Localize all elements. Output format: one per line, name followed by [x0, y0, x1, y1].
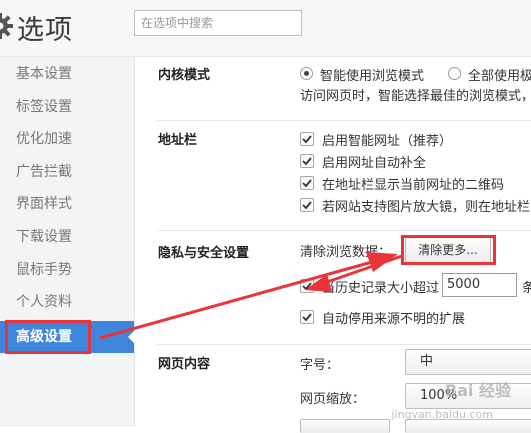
kernel-section-title: 内核模式	[158, 68, 211, 83]
kernel-smart-label: 智能使用浏览模式	[320, 69, 425, 84]
kernel-description: 访问网页时，智能选择最佳的浏览模式，	[300, 89, 531, 104]
checkmark-icon	[302, 201, 312, 210]
qrcode-checkbox[interactable]	[300, 176, 314, 190]
search-input[interactable]	[134, 10, 302, 36]
history-limit-input[interactable]: 5000	[442, 273, 517, 297]
block-extension-checkbox[interactable]	[300, 310, 314, 324]
partial-button[interactable]	[300, 419, 390, 433]
divider	[157, 344, 531, 345]
divider	[157, 120, 531, 121]
zoom-label: 网页缩放：	[300, 392, 366, 407]
watermark-url: jingyan.baidu.com	[391, 408, 493, 421]
font-size-label: 字号：	[300, 358, 340, 373]
autocomplete-checkbox[interactable]	[300, 154, 314, 168]
checkmark-icon	[302, 135, 312, 144]
kernel-all-radio[interactable]	[448, 67, 461, 80]
history-limit-checkbox[interactable]	[300, 279, 314, 293]
divider	[157, 230, 531, 231]
privacy-section-title: 隐私与安全设置	[158, 246, 250, 261]
page-title: 选项	[17, 15, 73, 46]
history-limit-label: 当历史记录大小超过	[322, 281, 440, 296]
sidebar-item-download[interactable]: 下载设置	[0, 221, 134, 253]
block-extension-label: 自动停用来源不明的扩展	[322, 312, 466, 327]
highlight-box-advanced	[5, 320, 91, 354]
clear-data-label: 清除浏览数据：	[300, 245, 392, 260]
sidebar-item-gestures[interactable]: 鼠标手势	[0, 254, 134, 286]
checkmark-icon	[302, 179, 312, 188]
smart-url-label: 启用智能网址（推荐）	[322, 134, 453, 149]
kernel-smart-radio[interactable]	[300, 67, 313, 80]
magnifier-checkbox[interactable]	[300, 198, 314, 212]
web-content-section-title: 网页内容	[158, 357, 211, 372]
header-bar: 选项	[0, 0, 531, 57]
watermark: Bai 经验	[444, 381, 511, 400]
smart-url-checkbox[interactable]	[300, 132, 314, 146]
sidebar-item-basic[interactable]: 基本设置	[0, 58, 134, 90]
sidebar-item-appearance[interactable]: 界面样式	[0, 188, 134, 220]
qrcode-label: 在地址栏显示当前网址的二维码	[322, 178, 505, 193]
autocomplete-label: 启用网址自动补全	[322, 156, 427, 171]
partial-button[interactable]	[405, 419, 531, 433]
font-size-select[interactable]: 中	[405, 349, 531, 375]
address-bar-section-title: 地址栏	[158, 133, 198, 148]
checkmark-icon	[302, 282, 312, 291]
checkmark-icon	[302, 157, 312, 166]
sidebar-item-tabs[interactable]: 标签设置	[0, 91, 134, 123]
gear-icon	[0, 10, 16, 42]
checkmark-icon	[302, 313, 312, 322]
highlight-box-clear-more	[401, 235, 496, 265]
kernel-all-label: 全部使用极	[468, 69, 531, 84]
sidebar-item-profile[interactable]: 个人资料	[0, 286, 134, 318]
sidebar-item-optimize[interactable]: 优化加速	[0, 123, 134, 155]
sidebar-item-adblock[interactable]: 广告拦截	[0, 156, 134, 188]
history-limit-unit: 条	[522, 281, 531, 296]
sidebar: 基本设置 标签设置 优化加速 广告拦截 界面样式 下载设置 鼠标手势 个人资料 …	[0, 57, 135, 427]
magnifier-label: 若网站支持图片放大镜，则在地址栏	[322, 200, 531, 215]
